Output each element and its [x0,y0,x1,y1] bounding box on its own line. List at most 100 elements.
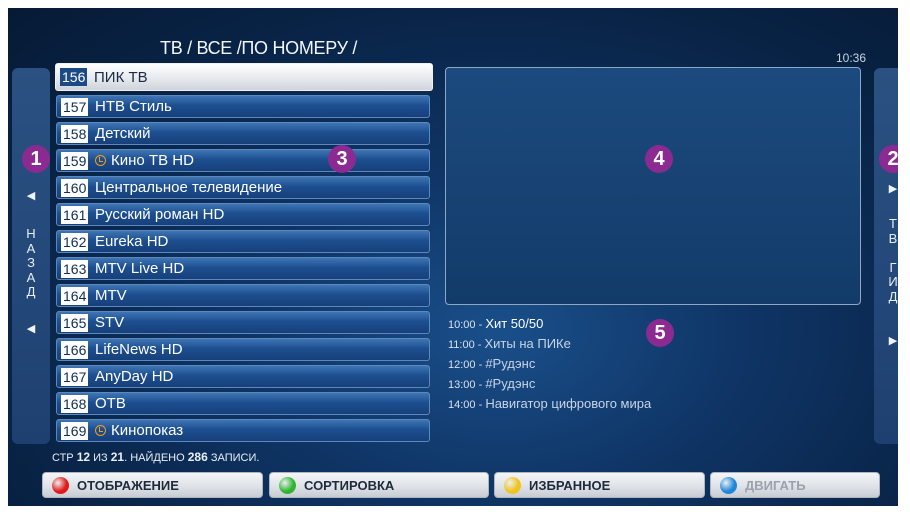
channel-row[interactable]: 159 Кино ТВ HD [56,149,430,172]
program-time: 11:00 [448,339,475,351]
program-item: 14:00 - Навигатор цифрового мира [448,394,651,414]
channel-row[interactable]: 167 AnyDay HD [56,365,430,388]
channel-row[interactable]: 168 ОТВ [56,392,430,415]
channel-number: 162 [61,233,89,251]
red-dot-icon [52,477,69,494]
channel-name: Детский [95,125,151,142]
program-item: 13:00 - #Рудэнс [448,374,651,394]
channel-row[interactable]: 156 ПИК ТВ [55,63,433,91]
program-separator: - [475,319,486,331]
button-label: ДВИГАТЬ [745,478,806,493]
channel-row[interactable]: 163 MTV Live HD [56,257,430,280]
arrow-right-icon: ▶ [888,183,898,195]
channel-name: Eureka HD [95,233,169,250]
channel-name: LifeNews HD [95,341,183,358]
channel-row[interactable]: 165 STV [56,311,430,334]
channel-name: MTV [95,287,127,304]
channel-row[interactable]: 158 Детский [56,122,430,145]
channel-row[interactable]: 160 Центральное телевидение [56,176,430,199]
program-time: 13:00 [448,379,476,391]
program-time: 10:00 [448,319,476,331]
page-total: 21 [110,450,125,464]
program-title: Хит 50/50 [485,316,544,331]
arrow-right-icon: ▶ [888,335,898,347]
program-time: 14:00 [448,399,476,411]
panel-letter: Д [888,288,898,304]
program-separator: - [475,359,486,371]
reminder-clock-icon [95,155,106,166]
program-title: #Рудэнс [485,376,536,391]
program-item: 10:00 - Хит 50/50 [448,314,651,334]
program-item: 11:00 - Хиты на ПИКе [448,334,651,354]
channel-row[interactable]: 161 Русский роман HD [56,203,430,226]
panel-letter: А [26,269,36,285]
tv-guide-panel[interactable]: ▶ ТВГИД ▶ [874,68,898,444]
panel-letter: Д [26,284,36,299]
channel-name: Кино ТВ HD [111,152,194,169]
program-separator: - [475,399,486,411]
breadcrumb: ТВ / ВСЕ /ПО НОМЕРУ / [160,38,358,58]
green-dot-icon [279,477,296,494]
channel-name: НТВ Стиль [95,98,172,115]
channel-number: 165 [61,314,89,332]
page-status-prefix: СТР [52,452,77,464]
channel-number: 163 [61,260,89,278]
clock: 10:36 [836,51,867,65]
callout-badge: 4 [645,145,673,173]
program-separator: - [474,339,485,351]
channel-name: Русский роман HD [95,206,225,223]
program-time: 12:00 [448,359,476,371]
program-item: 12:00 - #Рудэнс [448,354,651,374]
program-separator: - [475,379,486,391]
channel-number: 168 [61,395,89,413]
button-label: ОТОБРАЖЕНИЕ [77,478,179,493]
panel-letter: Н [26,226,36,241]
blue-dot-icon [720,477,737,494]
channel-number: 166 [61,341,89,359]
channel-row[interactable]: 162 Eureka HD [56,230,430,253]
page-number: 12 [76,450,91,464]
yellow-dot-icon [504,477,521,494]
back-panel[interactable]: ◀ НАЗАД ◀ [12,68,50,444]
display-button[interactable]: ОТОБРАЖЕНИЕ [42,472,263,498]
favorites-button[interactable]: ИЗБРАННОЕ [494,472,705,498]
channel-row[interactable]: 164 MTV [56,284,430,307]
arrow-left-icon: ◀ [26,323,36,335]
program-title: #Рудэнс [485,356,536,371]
channel-name: ПИК ТВ [94,69,148,86]
button-label: ИЗБРАННОЕ [529,478,611,493]
channel-row[interactable]: 166 LifeNews HD [56,338,430,361]
channel-name: STV [95,314,125,331]
channel-row[interactable]: 169 Кинопоказ [56,419,430,442]
panel-letter: З [27,255,35,270]
program-title: Хиты на ПИКе [484,336,571,351]
channel-number: 157 [61,98,89,116]
page-status-of: ИЗ [90,452,111,464]
page-status: СТР 12 ИЗ 21. НАЙДЕНО 286 ЗАПИСИ. [52,450,259,464]
move-button[interactable]: ДВИГАТЬ [710,472,880,498]
channel-number: 160 [61,179,89,197]
channel-number: 158 [61,125,89,143]
panel-letter: В [888,230,898,246]
channel-number: 156 [60,68,88,86]
channel-name: Центральное телевидение [95,179,283,196]
callout-badge: 1 [22,145,50,173]
channel-preview [445,67,861,305]
record-count: 286 [187,450,208,464]
channel-name: ОТВ [95,395,126,412]
sort-button[interactable]: СОРТИРОВКА [269,472,489,498]
channel-number: 167 [61,368,89,386]
channel-number: 159 [61,152,89,170]
panel-letter: И [888,274,898,289]
channel-number: 169 [61,422,89,440]
callout-badge: 5 [646,319,674,347]
channel-row[interactable]: 157 НТВ Стиль [56,95,430,118]
page-status-found: . НАЙДЕНО [124,452,188,464]
channel-name: AnyDay HD [95,368,174,385]
program-schedule: 10:00 - Хит 50/50 11:00 - Хиты на ПИКе 12:… [448,314,651,414]
arrow-left-icon: ◀ [26,190,36,202]
channel-name: Кинопоказ [111,422,184,439]
tv-guide-screen: ТВ / ВСЕ /ПО НОМЕРУ / 10:36 ◀ НАЗАД ◀ ▶ … [8,8,898,506]
channel-number: 164 [61,287,89,305]
action-bar: ОТОБРАЖЕНИЕ СОРТИРОВКА ИЗБРАННОЕ ДВИГАТЬ [42,472,880,498]
